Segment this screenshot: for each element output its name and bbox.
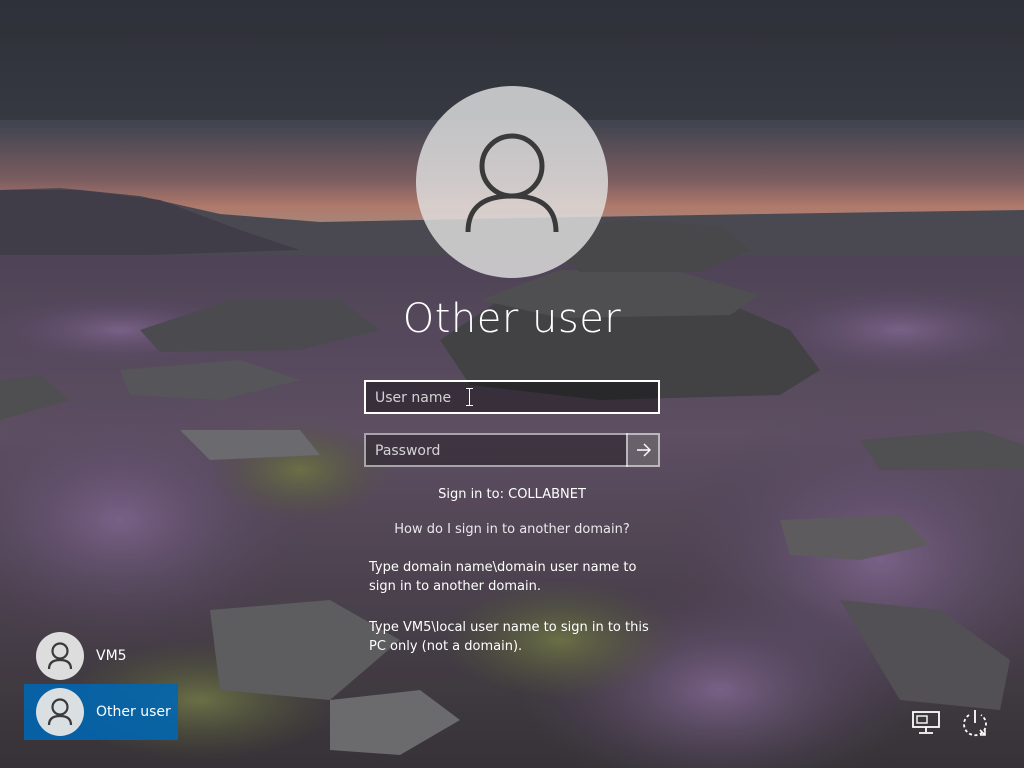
domain-help-text: Type domain name\domain user name to sig… — [369, 560, 637, 594]
username-field[interactable]: User name — [364, 380, 660, 414]
user-icon — [47, 698, 73, 726]
domain-help-link[interactable]: How do I sign in to another domain? — [0, 522, 1024, 537]
user-tile-vm5[interactable]: VM5 — [24, 628, 178, 684]
user-tile-label: Other user — [96, 704, 171, 720]
user-icon — [465, 133, 559, 233]
user-tile-label: VM5 — [96, 648, 127, 664]
username-placeholder: User name — [375, 390, 452, 406]
text-cursor — [466, 388, 473, 406]
sign-in-domain-label: Sign in to: COLLABNET — [438, 487, 586, 502]
avatar — [36, 632, 84, 680]
arrow-right-icon — [637, 443, 651, 457]
account-title: Other user — [402, 296, 622, 342]
submit-button[interactable] — [626, 433, 660, 467]
avatar — [36, 688, 84, 736]
power-button[interactable] — [958, 706, 992, 740]
power-icon — [963, 710, 987, 737]
user-icon — [47, 642, 73, 670]
password-field[interactable]: Password — [364, 433, 660, 467]
password-placeholder: Password — [375, 443, 441, 459]
user-avatar-large — [416, 86, 608, 278]
user-tile-other-user[interactable]: Other user — [24, 684, 178, 740]
network-icon — [912, 711, 940, 734]
network-button[interactable] — [910, 706, 944, 740]
local-help-text: Type VM5\local user name to sign in to t… — [369, 620, 649, 654]
